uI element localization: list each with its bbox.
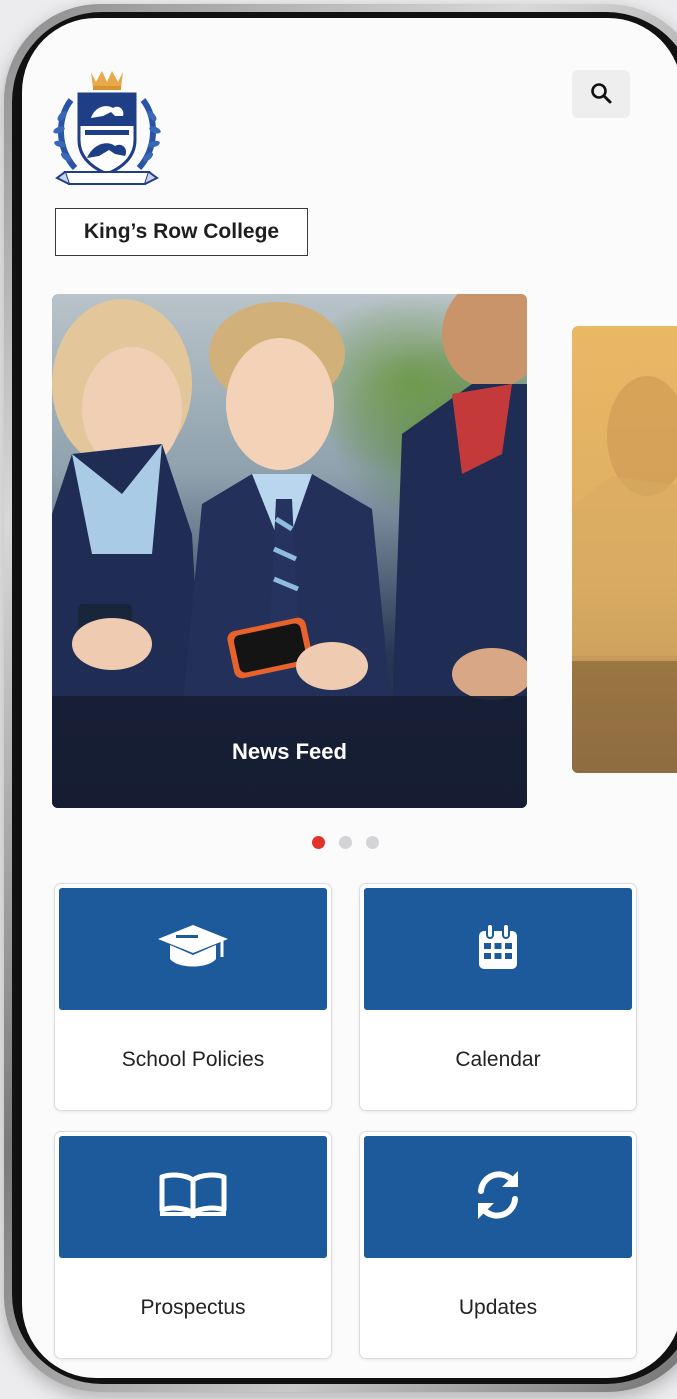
tile-icon-area	[59, 1136, 327, 1258]
tile-prospectus[interactable]: Prospectus	[54, 1131, 332, 1359]
carousel-slide-news-feed[interactable]: News Feed	[52, 294, 527, 808]
carousel-dot-2[interactable]	[339, 836, 352, 849]
open-book-icon	[158, 1172, 228, 1223]
carousel-dot-1[interactable]	[312, 836, 325, 849]
carousel-slide-next[interactable]	[572, 326, 677, 773]
slide-caption-peek	[572, 661, 677, 773]
carousel-pagination	[312, 836, 379, 849]
carousel-dot-3[interactable]	[366, 836, 379, 849]
tile-icon-area	[364, 1136, 632, 1258]
tile-school-policies[interactable]: School Policies	[54, 883, 332, 1111]
tile-label: School Policies	[121, 1048, 265, 1071]
tile-label: Prospectus	[140, 1296, 246, 1319]
tile-label: Calendar	[455, 1048, 541, 1071]
crest-logo-icon	[51, 66, 163, 192]
college-name-label: King’s Row College	[55, 208, 308, 256]
app-screen: King’s Row College News Feed School Poli…	[22, 18, 677, 1378]
graduation-cap-icon	[156, 923, 230, 976]
tile-icon-area	[364, 888, 632, 1010]
tile-label: Updates	[458, 1296, 538, 1319]
search-button[interactable]	[572, 70, 630, 118]
sync-icon	[472, 1167, 524, 1228]
tile-icon-area	[59, 888, 327, 1010]
search-icon	[589, 81, 613, 108]
tile-calendar[interactable]: Calendar	[359, 883, 637, 1111]
calendar-icon	[476, 922, 520, 976]
slide-caption: News Feed	[52, 696, 527, 808]
tile-updates[interactable]: Updates	[359, 1131, 637, 1359]
